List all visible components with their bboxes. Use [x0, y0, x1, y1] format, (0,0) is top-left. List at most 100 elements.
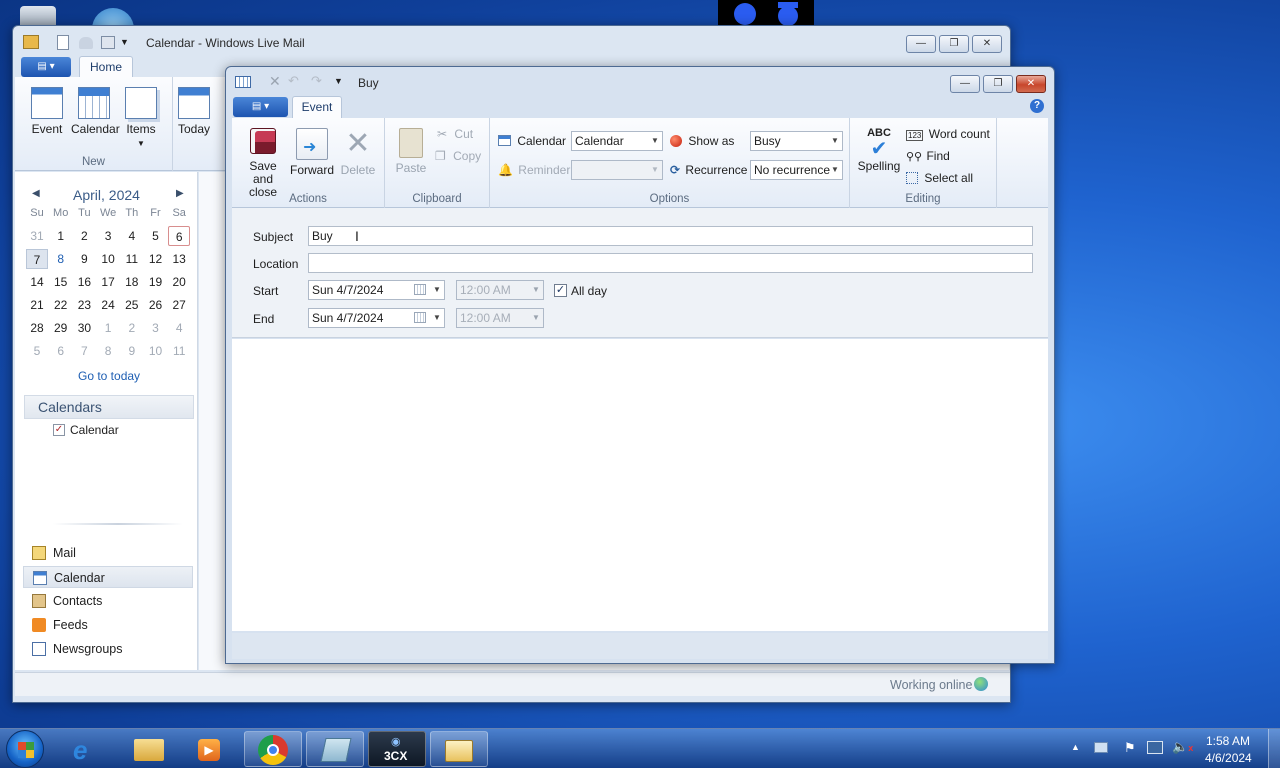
main-close-button[interactable]: ✕	[972, 35, 1002, 53]
print-icon[interactable]	[101, 36, 115, 49]
help-icon[interactable]: ?	[1030, 99, 1044, 113]
calendar-day[interactable]: 27	[168, 295, 190, 315]
calendar-day[interactable]: 9	[73, 249, 95, 269]
delete-button[interactable]: ✕ Delete	[336, 128, 380, 177]
calendar-day[interactable]: 4	[121, 226, 143, 246]
volume-muted-icon[interactable]: 🔈x	[1172, 739, 1193, 755]
today-button[interactable]: Today	[175, 87, 213, 136]
network-status-icon[interactable]	[1147, 741, 1163, 754]
paste-button[interactable]: Paste	[391, 128, 431, 175]
calendar-day[interactable]: 15	[50, 272, 72, 292]
calendar-day[interactable]: 5	[145, 226, 167, 246]
copy-button[interactable]: ❐ Copy	[435, 149, 481, 163]
calendar-day[interactable]: 16	[73, 272, 95, 292]
calendar-day[interactable]: 13	[168, 249, 190, 269]
calendar-day[interactable]: 14	[26, 272, 48, 292]
calendar-day[interactable]: 23	[73, 295, 95, 315]
calendar-day[interactable]: 7	[26, 249, 48, 269]
event-minimize-button[interactable]: —	[950, 75, 980, 93]
calendar-day[interactable]: 10	[97, 249, 119, 269]
go-to-today-link[interactable]: Go to today	[78, 369, 140, 383]
calendar-day[interactable]: 11	[168, 341, 190, 361]
new-event-button[interactable]: Event	[27, 87, 67, 136]
calendar-list-item[interactable]: Calendar	[70, 423, 119, 437]
clock-time[interactable]: 1:58 AM	[1206, 734, 1250, 748]
calendar-day[interactable]: 19	[145, 272, 167, 292]
calendar-day[interactable]: 22	[50, 295, 72, 315]
calendar-day[interactable]: 9	[121, 341, 143, 361]
taskbar-file-explorer[interactable]	[120, 731, 178, 767]
calendar-day[interactable]: 1	[50, 226, 72, 246]
event-maximize-button[interactable]: ❐	[983, 75, 1013, 93]
calendar-select[interactable]: Calendar ▼	[571, 131, 663, 151]
main-maximize-button[interactable]: ❐	[939, 35, 969, 53]
sidebar-item-mail[interactable]: Mail	[23, 542, 193, 564]
subject-input[interactable]: Buy	[308, 226, 1033, 246]
taskbar-notepad[interactable]	[306, 731, 364, 767]
clock-date[interactable]: 4/6/2024	[1205, 751, 1252, 765]
calendar-day[interactable]: 8	[50, 249, 72, 269]
select-all-button[interactable]: Select all	[906, 171, 973, 185]
chevron-down-icon[interactable]: ▼	[120, 37, 129, 47]
sidebar-item-contacts[interactable]: Contacts	[23, 590, 193, 612]
taskbar-windows-live-mail[interactable]	[430, 731, 488, 767]
show-as-select[interactable]: Busy ▼	[750, 131, 843, 151]
calendar-day[interactable]: 6	[50, 341, 72, 361]
taskbar-chrome[interactable]	[244, 731, 302, 767]
action-center-flag-icon[interactable]: ⚑	[1124, 740, 1136, 756]
forward-button[interactable]: ➜ Forward	[288, 128, 336, 177]
sidebar-item-newsgroups[interactable]: Newsgroups	[23, 638, 193, 660]
calendar-day[interactable]: 11	[121, 249, 143, 269]
reminder-select[interactable]: ▼	[571, 160, 663, 180]
mini-calendar-prev[interactable]: ◀	[32, 188, 40, 199]
event-body-editor[interactable]	[232, 339, 1048, 631]
calendar-checkbox[interactable]: ✓	[53, 424, 65, 436]
recycle-bin-icon[interactable]	[20, 6, 56, 26]
location-input[interactable]	[308, 253, 1033, 273]
end-date-picker[interactable]: Sun 4/7/2024 ▼	[308, 308, 445, 328]
calendar-day[interactable]: 30	[73, 318, 95, 338]
calendar-day[interactable]: 31	[26, 226, 48, 246]
calendar-day[interactable]: 3	[97, 226, 119, 246]
sidebar-item-feeds[interactable]: Feeds	[23, 614, 193, 636]
word-count-button[interactable]: 123 Word count	[906, 127, 990, 141]
calendar-day[interactable]: 18	[121, 272, 143, 292]
calendar-day[interactable]: 25	[121, 295, 143, 315]
taskbar-internet-explorer[interactable]: e	[58, 731, 116, 767]
recurrence-select[interactable]: No recurrence ▼	[750, 160, 843, 180]
event-close-button[interactable]: ✕	[1016, 75, 1046, 93]
calendar-day[interactable]: 8	[97, 341, 119, 361]
app-menu-button[interactable]: ▤ ▾	[21, 57, 71, 77]
calendar-day[interactable]: 12	[145, 249, 167, 269]
tab-home[interactable]: Home	[79, 56, 133, 78]
calendar-day[interactable]: 4	[168, 318, 190, 338]
cut-button[interactable]: ✂ Cut	[437, 127, 473, 141]
calendar-day[interactable]: 1	[97, 318, 119, 338]
calendar-day[interactable]: 26	[145, 295, 167, 315]
sidebar-item-calendar[interactable]: Calendar	[23, 566, 193, 588]
all-day-label[interactable]: All day	[571, 284, 607, 298]
save-and-close-button[interactable]: Save and close	[236, 128, 290, 199]
taskbar-media-player[interactable]: ▶	[180, 731, 238, 767]
calendar-day[interactable]: 2	[121, 318, 143, 338]
show-hidden-icons[interactable]: ▲	[1071, 742, 1080, 752]
calendar-day[interactable]: 20	[168, 272, 190, 292]
show-desktop-button[interactable]	[1268, 729, 1280, 768]
start-time-picker[interactable]: 12:00 AM ▼	[456, 280, 544, 300]
start-button[interactable]	[6, 730, 44, 768]
end-time-picker[interactable]: 12:00 AM ▼	[456, 308, 544, 328]
tab-event[interactable]: Event	[292, 96, 342, 118]
calendar-day[interactable]: 21	[26, 295, 48, 315]
mini-calendar-month[interactable]: April, 2024	[73, 187, 140, 203]
network-tray-icon[interactable]	[1094, 742, 1108, 753]
calendar-day[interactable]: 10	[145, 341, 167, 361]
new-calendar-button[interactable]: Calendar	[71, 87, 120, 136]
main-minimize-button[interactable]: —	[906, 35, 936, 53]
calendar-day[interactable]: 29	[50, 318, 72, 338]
mini-calendar-next[interactable]: ▶	[176, 188, 184, 199]
all-day-checkbox[interactable]: ✓	[554, 284, 567, 297]
start-date-picker[interactable]: Sun 4/7/2024 ▼	[308, 280, 445, 300]
calendar-day[interactable]: 5	[26, 341, 48, 361]
calendar-day[interactable]: 17	[97, 272, 119, 292]
calendar-day[interactable]: 28	[26, 318, 48, 338]
